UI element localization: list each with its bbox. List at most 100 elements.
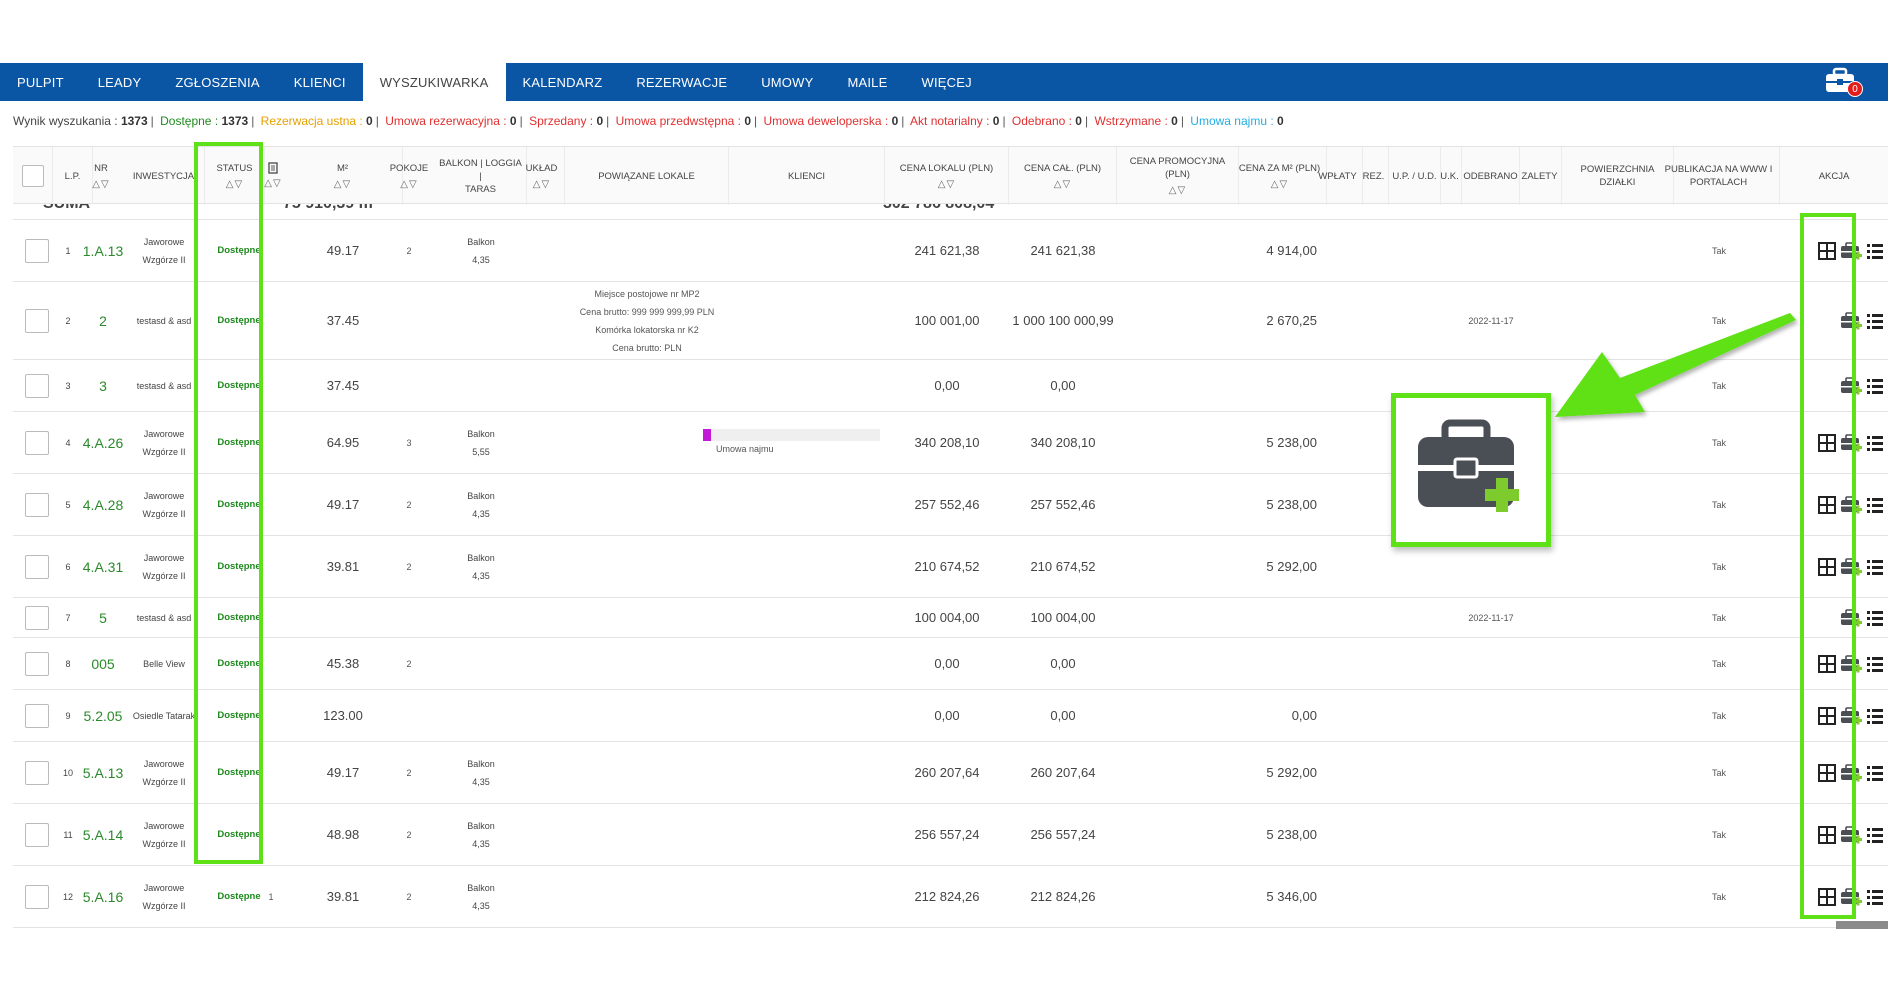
summary-odebrano[interactable]: Odebrano : 0 [1012,114,1082,128]
row-nr-link[interactable]: 5.2.05 [83,690,123,741]
plan-icon[interactable] [1818,433,1836,452]
row-checkbox[interactable] [25,651,49,676]
plan-icon[interactable] [1818,495,1836,514]
row-checkbox[interactable] [25,430,49,455]
table-row[interactable]: 12 5.A.16 Jaworowe Wzgórze II Dostępne 1 39.81… [13,866,1888,928]
menu-list-icon[interactable] [1866,312,1884,330]
row-checkbox[interactable] [25,492,49,517]
menu-list-icon[interactable] [1866,888,1884,906]
row-checkbox[interactable] [25,760,49,785]
add-to-cart-briefcase-icon[interactable] [1840,311,1862,330]
select-all-checkbox[interactable] [21,165,44,187]
row-nr-link[interactable]: 5 [83,598,123,637]
row-nr-link[interactable]: 005 [83,638,123,689]
sort-icon[interactable]: △▽ [400,178,417,191]
summary-sprzedany[interactable]: Sprzedany : 0 [529,114,603,128]
sort-icon[interactable]: △▽ [264,177,281,190]
add-to-cart-briefcase-icon[interactable] [1840,241,1862,260]
header-cena-promo[interactable]: CENA PROMOCYJNA (PLN) △▽ [1117,147,1239,205]
plan-icon[interactable] [1818,706,1836,725]
row-nr-link[interactable]: 3 [83,360,123,411]
summary-akt-notarialny[interactable]: Akt notarialny : 0 [910,114,999,128]
sort-icon[interactable]: △▽ [533,178,550,191]
plan-icon[interactable] [1818,654,1836,673]
summary-umowa-deweloperska[interactable]: Umowa deweloperska : 0 [764,114,899,128]
table-row[interactable]: 6 4.A.31 Jaworowe Wzgórze II Dostępne 39.81 2 B… [13,536,1888,598]
add-to-cart-briefcase-icon[interactable] [1840,608,1862,627]
nav-item-wyszukiwarka[interactable]: WYSZUKIWARKA [362,63,506,101]
plan-icon[interactable] [1818,825,1836,844]
header-up-ud[interactable]: U.P. / U.D. [1389,147,1441,205]
nav-item-klienci[interactable]: KLIENCI [277,63,363,101]
nav-item-zgloszenia[interactable]: ZGŁOSZENIA [158,63,276,101]
header-powiazane[interactable]: POWIĄZANE LOKALE [565,147,729,205]
add-to-cart-briefcase-icon[interactable] [1840,654,1862,673]
row-checkbox[interactable] [25,554,49,579]
table-row[interactable]: 9 5.2.05 Osiedle Tatarak Dostępne 123.00 0,00… [13,690,1888,742]
menu-list-icon[interactable] [1866,609,1884,627]
header-wplaty[interactable]: WPŁATY [1313,147,1363,205]
header-zalety[interactable]: ZALETY [1518,147,1562,205]
sort-icon[interactable]: △▽ [226,178,243,191]
menu-list-icon[interactable] [1866,242,1884,260]
add-to-cart-briefcase-icon[interactable] [1840,825,1862,844]
summary-umowa-najmu[interactable]: Umowa najmu : 0 [1190,114,1283,128]
header-odebrano[interactable]: ODEBRANO [1462,147,1520,205]
header-nr[interactable]: NR △▽ [81,147,121,205]
table-row[interactable]: 8 005 Belle View Dostępne 45.38 2 0,00 0,00 Tak [13,638,1888,690]
sort-icon[interactable]: △▽ [92,178,109,191]
menu-list-icon[interactable] [1866,558,1884,576]
sort-icon[interactable]: △▽ [1169,184,1186,197]
row-checkbox[interactable] [25,884,49,909]
nav-item-umowy[interactable]: UMOWY [744,63,830,101]
header-cena-lokalu[interactable]: CENA LOKALU (PLN) △▽ [885,147,1009,205]
menu-list-icon[interactable] [1866,434,1884,452]
add-to-cart-briefcase-icon[interactable] [1840,557,1862,576]
row-nr-link[interactable]: 4.A.28 [83,474,123,535]
row-nr-link[interactable]: 2 [83,282,123,359]
table-row[interactable]: 11 5.A.14 Jaworowe Wzgórze II Dostępne 48.98 2… [13,804,1888,866]
sort-icon[interactable]: △▽ [938,178,955,191]
nav-item-leady[interactable]: LEADY [81,63,159,101]
header-publikacja[interactable]: PUBLIKACJA NA WWW I PORTALACH [1658,147,1780,205]
add-to-cart-briefcase-icon[interactable] [1840,433,1862,452]
nav-item-pulpit[interactable]: PULPIT [0,63,81,101]
row-checkbox[interactable] [25,822,49,847]
add-to-cart-briefcase-icon[interactable] [1840,887,1862,906]
menu-list-icon[interactable] [1866,707,1884,725]
table-row[interactable]: 10 5.A.13 Jaworowe Wzgórze II Dostępne 49.17 2… [13,742,1888,804]
sort-icon[interactable]: △▽ [1271,178,1288,191]
row-nr-link[interactable]: 5.A.13 [83,742,123,803]
nav-item-wiecej[interactable]: WIĘCEJ [904,63,988,101]
menu-list-icon[interactable] [1866,377,1884,395]
plan-icon[interactable] [1818,887,1836,906]
row-nr-link[interactable]: 5.A.16 [83,866,123,927]
row-checkbox[interactable] [25,605,49,630]
header-klienci[interactable]: KLIENCI [729,147,885,205]
menu-list-icon[interactable] [1866,496,1884,514]
sort-icon[interactable]: △▽ [334,178,351,191]
nav-item-kalendarz[interactable]: KALENDARZ [506,63,620,101]
row-checkbox[interactable] [25,238,49,263]
menu-list-icon[interactable] [1866,764,1884,782]
menu-list-icon[interactable] [1866,655,1884,673]
header-uklad[interactable]: UKŁAD △▽ [519,147,565,205]
header-balkon[interactable]: BALKON | LOGGIA | TARAS [435,147,527,205]
header-rez[interactable]: REZ. [1359,147,1389,205]
cart-button[interactable]: 0 [1823,67,1863,97]
summary-rezerwacja-ustna[interactable]: Rezerwacja ustna : 0 [261,114,373,128]
add-to-cart-briefcase-icon[interactable] [1840,495,1862,514]
row-nr-link[interactable]: 5.A.14 [83,804,123,865]
table-row[interactable]: 1 1.A.13 Jaworowe Wzgórze II Dostępne 49.17 2 B… [13,220,1888,282]
header-uk[interactable]: U.K. [1438,147,1462,205]
sort-icon[interactable]: △▽ [1054,178,1071,191]
row-nr-link[interactable]: 4.A.26 [83,412,123,473]
horizontal-scrollbar[interactable] [1836,921,1888,929]
table-row[interactable]: 5 4.A.28 Jaworowe Wzgórze II Dostępne 49.17 2 B… [13,474,1888,536]
plan-icon[interactable] [1818,241,1836,260]
header-inwestycja[interactable]: INWESTYCJA [123,147,205,205]
row-checkbox[interactable] [25,373,49,398]
header-cena-cal[interactable]: CENA CAŁ. (PLN) △▽ [1009,147,1117,205]
summary-umowa-rezerwacyjna[interactable]: Umowa rezerwacyjna : 0 [385,114,516,128]
add-to-cart-briefcase-icon[interactable] [1840,706,1862,725]
